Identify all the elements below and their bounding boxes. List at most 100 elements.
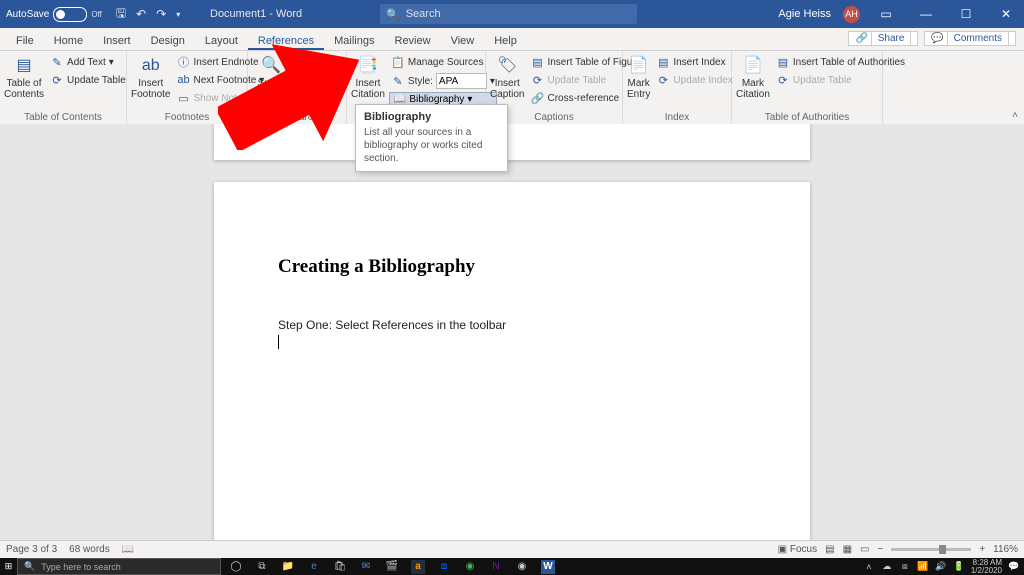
- update-toa-button[interactable]: ⟳Update Table: [774, 72, 907, 88]
- chrome-icon[interactable]: ◉: [515, 560, 529, 574]
- mark-entry-icon: 📄: [629, 56, 649, 76]
- document-canvas[interactable]: Creating a Bibliography Step One: Select…: [0, 124, 1024, 541]
- close-icon[interactable]: ✕: [992, 7, 1020, 21]
- tab-view[interactable]: View: [441, 32, 485, 50]
- group-label: Table of Authorities: [736, 110, 878, 125]
- read-mode-icon[interactable]: ▤: [825, 544, 834, 555]
- word-count[interactable]: 68 words: [69, 544, 110, 555]
- title-bar: AutoSave Off 🖫 ↶ ↷ ▾ Document1 - Word 🔍 …: [0, 0, 1024, 28]
- mark-citation-button[interactable]: 📄 Mark Citation: [736, 54, 770, 110]
- print-layout-icon[interactable]: ▦: [843, 544, 852, 555]
- start-button[interactable]: ⊞: [0, 558, 17, 575]
- mark-citation-icon: 📄: [743, 56, 763, 76]
- zoom-out-button[interactable]: −: [877, 544, 883, 555]
- tray-up-icon[interactable]: ˄: [863, 562, 875, 572]
- tab-home[interactable]: Home: [44, 32, 93, 50]
- dropbox-tray-icon[interactable]: ⧈: [899, 561, 911, 572]
- zoom-slider[interactable]: [891, 548, 971, 551]
- update-icon: ⟳: [776, 73, 790, 87]
- insert-caption-button[interactable]: 🏷 Insert Caption: [490, 54, 524, 110]
- tooltip-body: List all your sources in a bibliography …: [364, 126, 499, 165]
- add-text-button[interactable]: ✎Add Text ▾: [48, 54, 128, 70]
- insert-footnote-button[interactable]: ab Insert Footnote: [131, 54, 170, 110]
- dropbox-icon[interactable]: ⧈: [437, 560, 451, 574]
- group-label: Index: [627, 110, 727, 125]
- web-layout-icon[interactable]: ▭: [860, 544, 869, 555]
- volume-icon[interactable]: 🔊: [935, 561, 947, 572]
- show-notes-icon: ▭: [176, 91, 190, 105]
- caption-icon: 🏷: [497, 56, 517, 76]
- doc-paragraph[interactable]: Step One: Select References in the toolb…: [278, 318, 746, 332]
- update-index-button[interactable]: ⟳Update Index: [654, 72, 735, 88]
- focus-mode-button[interactable]: ▣ Focus: [778, 544, 817, 555]
- crossref-icon: 🔗: [530, 91, 544, 105]
- minimize-icon[interactable]: —: [912, 7, 940, 21]
- cortana-icon[interactable]: ◯: [229, 560, 243, 574]
- user-name[interactable]: Agie Heiss: [778, 8, 831, 20]
- zoom-in-button[interactable]: +: [979, 544, 985, 555]
- battery-icon[interactable]: 🔋: [953, 561, 965, 572]
- tab-design[interactable]: Design: [141, 32, 195, 50]
- update-icon: ⟳: [530, 73, 544, 87]
- manage-sources-button[interactable]: 📋Manage Sources: [389, 54, 497, 70]
- manage-icon: 📋: [391, 55, 405, 69]
- onenote-icon[interactable]: N: [489, 560, 503, 574]
- mail-icon[interactable]: ✉: [359, 560, 373, 574]
- wifi-icon[interactable]: 📶: [917, 561, 929, 572]
- amazon-icon[interactable]: a: [411, 560, 425, 574]
- document-title: Document1 - Word: [210, 8, 302, 20]
- ribbon-options-icon[interactable]: ▭: [872, 7, 900, 21]
- group-label: Table of Contents: [4, 110, 122, 125]
- save-icon[interactable]: 🖫: [116, 4, 126, 25]
- page-indicator[interactable]: Page 3 of 3: [6, 544, 57, 555]
- onedrive-icon[interactable]: ☁: [881, 561, 893, 572]
- update-icon: ⟳: [656, 73, 670, 87]
- movies-icon[interactable]: 🎬: [385, 560, 399, 574]
- tooltip-title: Bibliography: [364, 111, 499, 123]
- taskbar-search[interactable]: 🔍 Type here to search: [17, 558, 221, 575]
- collapse-ribbon-icon[interactable]: ˄: [1012, 110, 1018, 121]
- word-icon[interactable]: W: [541, 560, 555, 574]
- windows-taskbar: ⊞ 🔍 Type here to search ◯ ⧉ 📁 e 🛍 ✉ 🎬 a …: [0, 558, 1024, 575]
- taskbar-clock[interactable]: 8:28 AM 1/2/2020: [971, 559, 1002, 575]
- tab-help[interactable]: Help: [484, 32, 527, 50]
- app-icon[interactable]: ◉: [463, 560, 477, 574]
- taskview-icon[interactable]: ⧉: [255, 560, 269, 574]
- avatar[interactable]: AH: [843, 6, 860, 23]
- citation-style-select[interactable]: ✎Style: ▾: [389, 72, 497, 90]
- text-cursor: [278, 335, 279, 349]
- qat-dropdown-icon[interactable]: ▾: [176, 10, 180, 19]
- share-button[interactable]: 🔗 Share: [848, 31, 918, 46]
- explorer-icon[interactable]: 📁: [281, 560, 295, 574]
- update-table-button[interactable]: ⟳Update Table: [48, 72, 128, 88]
- insert-index-button[interactable]: ▤Insert Index: [654, 54, 735, 70]
- red-arrow-annotation: [218, 40, 368, 150]
- autosave-toggle[interactable]: AutoSave Off: [6, 7, 102, 22]
- tab-review[interactable]: Review: [385, 32, 441, 50]
- table-of-contents-button[interactable]: ▤ Table of Contents: [4, 54, 44, 110]
- doc-heading[interactable]: Creating a Bibliography: [278, 256, 746, 278]
- mark-entry-button[interactable]: 📄 Mark Entry: [627, 54, 650, 110]
- footnote-icon: ab: [141, 56, 161, 76]
- style-input[interactable]: [436, 73, 487, 89]
- document-page[interactable]: Creating a Bibliography Step One: Select…: [214, 182, 810, 541]
- endnote-icon: ⓘ: [176, 55, 190, 69]
- style-icon: ✎: [391, 74, 405, 88]
- tab-file[interactable]: File: [6, 32, 44, 50]
- store-icon[interactable]: 🛍: [333, 560, 347, 574]
- search-box[interactable]: 🔍 Search: [380, 4, 637, 24]
- toc-icon: ▤: [14, 56, 34, 76]
- redo-icon[interactable]: ↷: [156, 7, 166, 21]
- maximize-icon[interactable]: ☐: [952, 7, 980, 21]
- insert-toa-button[interactable]: ▤Insert Table of Authorities: [774, 54, 907, 70]
- spellcheck-icon[interactable]: 📖: [122, 544, 134, 555]
- index-icon: ▤: [656, 55, 670, 69]
- bibliography-tooltip: Bibliography List all your sources in a …: [355, 104, 508, 172]
- notifications-icon[interactable]: 💬: [1008, 561, 1020, 572]
- zoom-level[interactable]: 116%: [993, 544, 1018, 555]
- edge-icon[interactable]: e: [307, 560, 321, 574]
- comments-button[interactable]: 💬 Comments: [924, 31, 1016, 46]
- tab-insert[interactable]: Insert: [93, 32, 141, 50]
- undo-icon[interactable]: ↶: [136, 7, 146, 21]
- next-footnote-icon: ab: [176, 73, 190, 87]
